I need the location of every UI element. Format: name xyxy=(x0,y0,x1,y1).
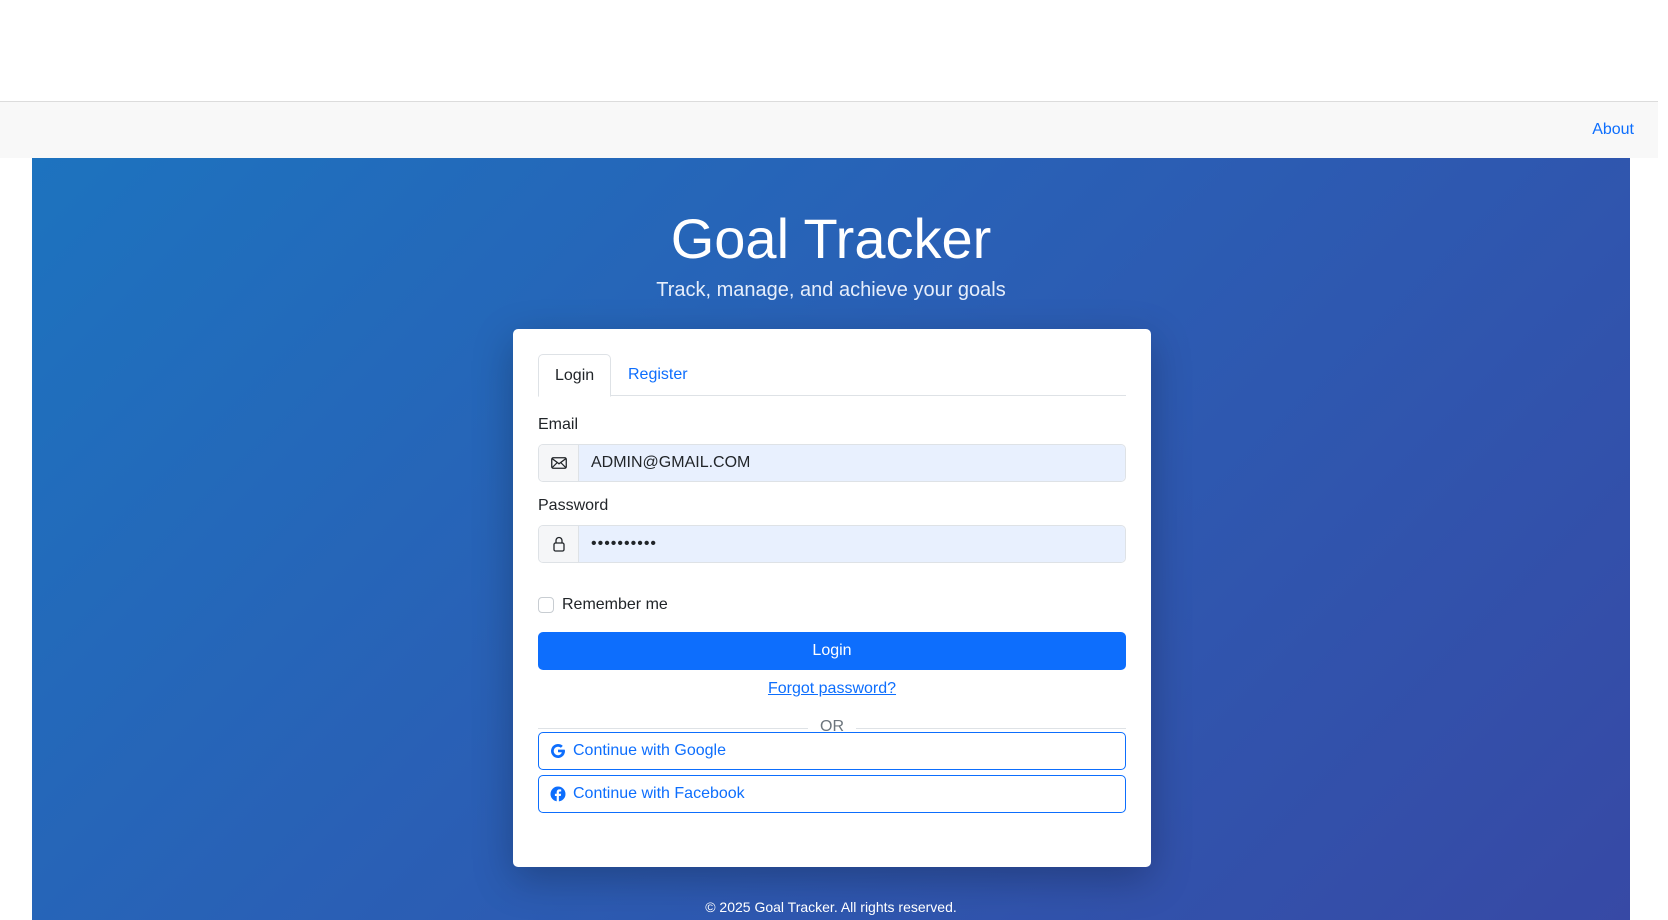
password-label: Password xyxy=(538,497,609,514)
top-blank-area xyxy=(0,0,1658,101)
password-field[interactable] xyxy=(579,526,1125,562)
footer-copyright: © 2025 Goal Tracker. All rights reserved… xyxy=(705,899,957,915)
facebook-login-button[interactable]: Continue with Facebook xyxy=(538,775,1126,813)
remember-me-checkbox[interactable] xyxy=(538,597,554,613)
page-subtitle: Track, manage, and achieve your goals xyxy=(656,279,1006,301)
envelope-icon xyxy=(539,445,579,481)
login-button[interactable]: Login xyxy=(538,632,1126,670)
page-title: Goal Tracker xyxy=(670,207,992,270)
email-field[interactable] xyxy=(579,445,1125,481)
facebook-button-label: Continue with Facebook xyxy=(573,785,745,802)
forgot-password-link[interactable]: Forgot password? xyxy=(513,680,1151,698)
email-input-group xyxy=(538,444,1126,482)
right-edge-gap xyxy=(1658,0,1668,920)
email-label: Email xyxy=(538,416,579,433)
divider-line-right xyxy=(856,728,1126,729)
google-button-label: Continue with Google xyxy=(573,742,726,759)
auth-tabs: Login Register xyxy=(538,354,1126,397)
password-input-group xyxy=(538,525,1126,563)
tab-login[interactable]: Login xyxy=(538,354,612,397)
google-login-button[interactable]: Continue with Google xyxy=(538,732,1126,770)
nav-link-about[interactable]: About xyxy=(1592,121,1634,139)
facebook-icon xyxy=(550,786,566,802)
remember-me-label[interactable]: Remember me xyxy=(562,596,668,614)
hero-section: Goal Tracker Track, manage, and achieve … xyxy=(32,158,1630,920)
google-icon xyxy=(550,743,566,759)
tab-register[interactable]: Register xyxy=(612,354,704,396)
remember-me-row: Remember me xyxy=(538,595,668,615)
lock-icon xyxy=(539,526,579,562)
auth-card: Login Register Email Password xyxy=(513,329,1151,867)
navbar: About xyxy=(0,101,1658,158)
